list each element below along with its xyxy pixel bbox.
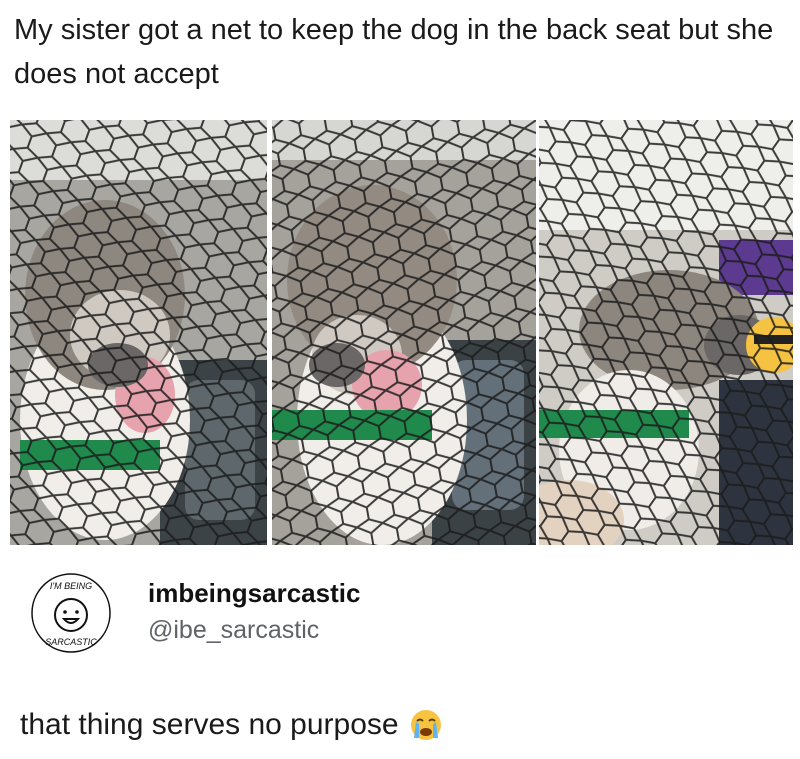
photo-collage — [10, 120, 793, 545]
tweet-text-row: that thing serves no purpose — [20, 708, 443, 742]
username[interactable]: imbeingsarcastic — [148, 578, 360, 609]
dog-photo-2[interactable] — [272, 120, 536, 545]
tweet-text: that thing serves no purpose — [20, 708, 399, 741]
avatar[interactable]: I'M BEING SARCASTIC — [30, 572, 112, 654]
post-caption: My sister got a net to keep the dog in t… — [14, 14, 774, 90]
crying-face-emoji-icon — [409, 708, 443, 742]
avatar-text-top: I'M BEING — [50, 581, 92, 591]
user-handle[interactable]: @ibe_sarcastic — [148, 616, 319, 645]
dog-photo-1[interactable] — [10, 120, 267, 545]
dog-photo-3[interactable] — [539, 120, 793, 545]
avatar-text-bottom: SARCASTIC — [45, 637, 97, 647]
tweet-header: I'M BEING SARCASTIC imbeingsarcastic @ib… — [18, 560, 778, 670]
